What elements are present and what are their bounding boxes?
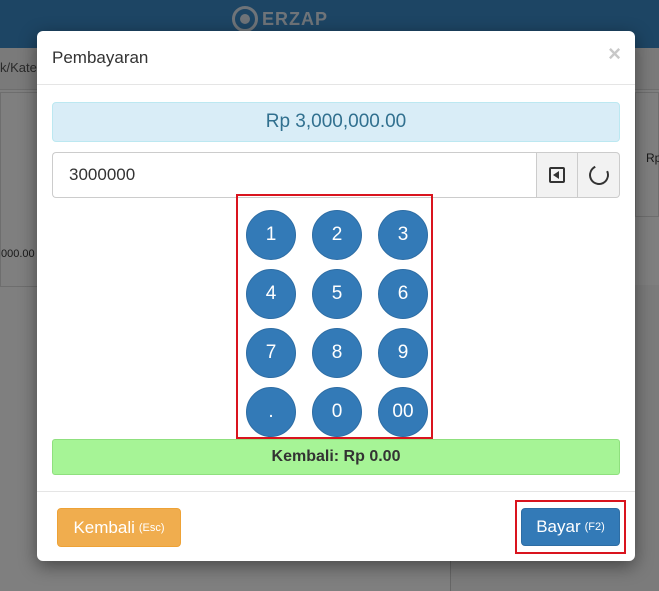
pay-button-hotkey: (F2) <box>584 521 605 533</box>
key-7[interactable]: 7 <box>246 328 296 378</box>
payment-input-group <box>52 152 620 198</box>
close-icon[interactable]: × <box>608 43 621 65</box>
key-dot[interactable]: . <box>246 387 296 437</box>
backspace-button[interactable] <box>536 152 578 198</box>
back-button-hotkey: (Esc) <box>138 521 165 534</box>
payment-modal: Pembayaran × Rp 3,000,000.00 1 2 3 4 5 6… <box>37 31 635 561</box>
total-amount: Rp 3,000,000.00 <box>52 102 620 142</box>
key-4[interactable]: 4 <box>246 269 296 319</box>
reset-button[interactable] <box>578 152 620 198</box>
pay-button[interactable]: Bayar (F2) <box>521 508 620 546</box>
key-3[interactable]: 3 <box>378 210 428 260</box>
pay-button-highlight: Bayar (F2) <box>515 500 626 554</box>
payment-amount-input[interactable] <box>52 152 536 198</box>
back-button-label: Kembali <box>73 517 135 537</box>
key-9[interactable]: 9 <box>378 328 428 378</box>
key-1[interactable]: 1 <box>246 210 296 260</box>
keypad-highlight: 1 2 3 4 5 6 7 8 9 . 0 00 <box>236 194 433 439</box>
back-button[interactable]: Kembali (Esc) <box>57 508 181 547</box>
key-8[interactable]: 8 <box>312 328 362 378</box>
key-5[interactable]: 5 <box>312 269 362 319</box>
numeric-keypad: 1 2 3 4 5 6 7 8 9 . 0 00 <box>246 210 428 437</box>
key-2[interactable]: 2 <box>312 210 362 260</box>
modal-header: Pembayaran × <box>37 31 635 85</box>
modal-footer: Kembali (Esc) Bayar (F2) <box>37 491 635 561</box>
change-amount: Kembali: Rp 0.00 <box>52 439 620 475</box>
key-6[interactable]: 6 <box>378 269 428 319</box>
modal-title: Pembayaran <box>52 48 149 67</box>
pay-button-label: Bayar <box>536 517 581 536</box>
reset-icon <box>585 162 612 188</box>
key-0[interactable]: 0 <box>312 387 362 437</box>
key-00[interactable]: 00 <box>378 387 428 437</box>
backspace-icon <box>549 167 565 183</box>
